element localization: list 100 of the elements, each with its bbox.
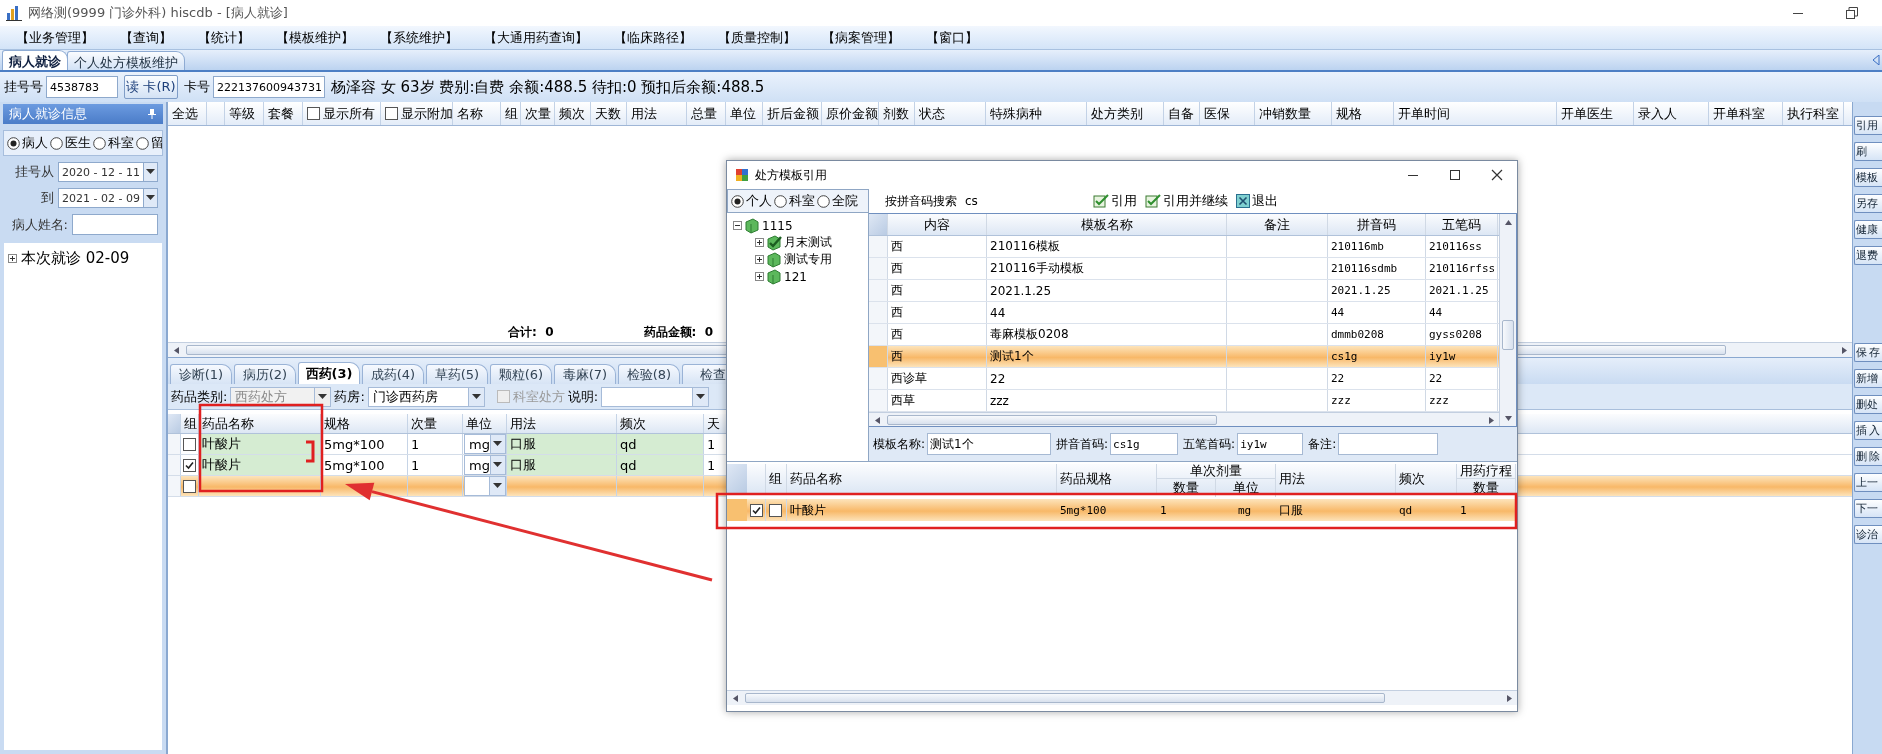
radio-label: 医生 [65,134,91,152]
table-cell: 1 [408,455,463,475]
radio-label: 全院 [832,192,858,210]
table-cell: gyss0208 [1426,324,1498,345]
table-cell: 5mg*100 [321,455,408,475]
field-label: 卡号 [184,78,210,96]
column-header: 等级 [225,102,264,125]
column-header: 自备 [1164,102,1200,125]
column-header: 用药疗程 [1457,464,1516,479]
column-header: 开单科室 [1709,102,1783,125]
column-header: 录入人 [1634,102,1709,125]
column-header: 规格 [321,414,408,433]
table-cell: zzz [987,390,1227,411]
table-cell: 西 [888,302,987,323]
column-header: 数量 [1457,479,1516,497]
column-header: 开单医生 [1557,102,1634,125]
column-header: 冲销数量 [1255,102,1332,125]
column-header: 拼音码 [1328,214,1426,235]
column-header: 单位 [1216,479,1276,497]
table-cell: 口服 [507,434,617,454]
column-header: 开单时间 [1394,102,1557,125]
column-header: 套餐 [264,102,303,125]
column-header: 剂数 [879,102,915,125]
column-header: 用法 [1276,464,1396,493]
column-header: 全选 [168,102,207,125]
column-header: 频次 [1396,464,1457,493]
table-cell: qd [617,455,704,475]
table-cell: 1 [408,434,463,454]
column-header: 处方类别 [1087,102,1164,125]
column-header: 原价金额 [822,102,879,125]
total-label: 药品金额: 0 [643,324,714,341]
column-header: 药品名称 [199,414,321,433]
field-label: 备注: [1308,435,1337,453]
field-label: 拼音首码: [1056,435,1109,453]
field-label: 病人姓名: [11,215,68,234]
table-cell: 西 [888,280,987,301]
table-cell: cs1g [1328,346,1426,367]
table-cell: 2021.1.25 [987,280,1227,301]
radio-label: 个人 [746,192,772,210]
column-header: 药品规格 [1057,464,1157,493]
field-label: 挂号号 [4,78,43,96]
table-cell: zzz [1328,390,1426,411]
table-cell: 西 [888,346,987,367]
table-cell: 西诊草 [888,368,987,389]
dialog-title: 处方模板引用 [755,166,827,184]
table-cell: 叶酸片 [199,455,321,475]
radio-label: 科室 [108,134,134,152]
field-label: 挂号从 [15,163,54,181]
table-cell: dmmb0208 [1328,324,1426,345]
checkbox-label: 显示附加 [401,104,453,123]
column-header: 折后金额 [763,102,822,125]
table-cell: 西 [888,236,987,257]
table-cell-text: mg [1237,502,1253,519]
table-cell: 44 [1426,302,1498,323]
column-header: 特殊病种 [986,102,1087,125]
table-cell-text: 1 [1159,502,1168,519]
table-cell: 测试1个 [987,346,1227,367]
table-cell: 210116rfss [1426,258,1498,279]
panel-title: 病人就诊信息 [9,105,87,123]
table-cell: 210116sdmb [1328,258,1426,279]
radio-label: 科室 [789,192,815,210]
table-cell: 44 [987,302,1227,323]
field-label: 药房: [334,387,365,406]
table-cell-text: qd [1398,502,1414,519]
column-header: 规格 [1332,102,1394,125]
column-header: 状态 [915,102,986,125]
column-header: 数量 [1157,479,1216,497]
field-label: 说明: [567,387,599,406]
column-header: 五笔码 [1426,214,1498,235]
table-cell: 叶酸片 [199,434,321,454]
table-cell: 22 [1328,368,1426,389]
column-header: 单次剂量 [1157,464,1276,479]
radio-label: 病人 [22,134,48,152]
column-header: 备注 [1227,214,1328,235]
field-label: 按拼音码搜索 [885,192,957,210]
checkbox-label: 显示所有 [323,104,375,123]
column-header: 用法 [627,102,687,125]
column-header: 总量 [687,102,726,125]
table-cell: 22 [987,368,1227,389]
table-cell: 5mg*100 [321,434,408,454]
column-header: 次量 [521,102,555,125]
table-cell: 西草 [888,390,987,411]
checkbox-label: 科室处方 [512,387,565,406]
field-label: 药品类别: [171,387,228,406]
column-header: 单位 [726,102,763,125]
table-cell: 210116ss [1426,236,1498,257]
table-cell: 22 [1426,368,1498,389]
table-cell-text: 1 [1459,502,1468,519]
table-cell-text: 叶酸片 [789,501,827,519]
column-header: 用法 [507,414,617,433]
radio-label: 留 [151,134,162,152]
column-header: 组 [181,414,199,433]
table-cell: zzz [1426,390,1498,411]
total-label: 合计: 0 [508,324,554,341]
table-cell: 210116模板 [987,236,1227,257]
table-cell: 2021.1.25 [1426,280,1498,301]
table-cell-text: 口服 [1278,501,1304,519]
table-cell: 2021.1.25 [1328,280,1426,301]
column-header: 药品名称 [787,464,1057,493]
column-header: 天数 [591,102,627,125]
